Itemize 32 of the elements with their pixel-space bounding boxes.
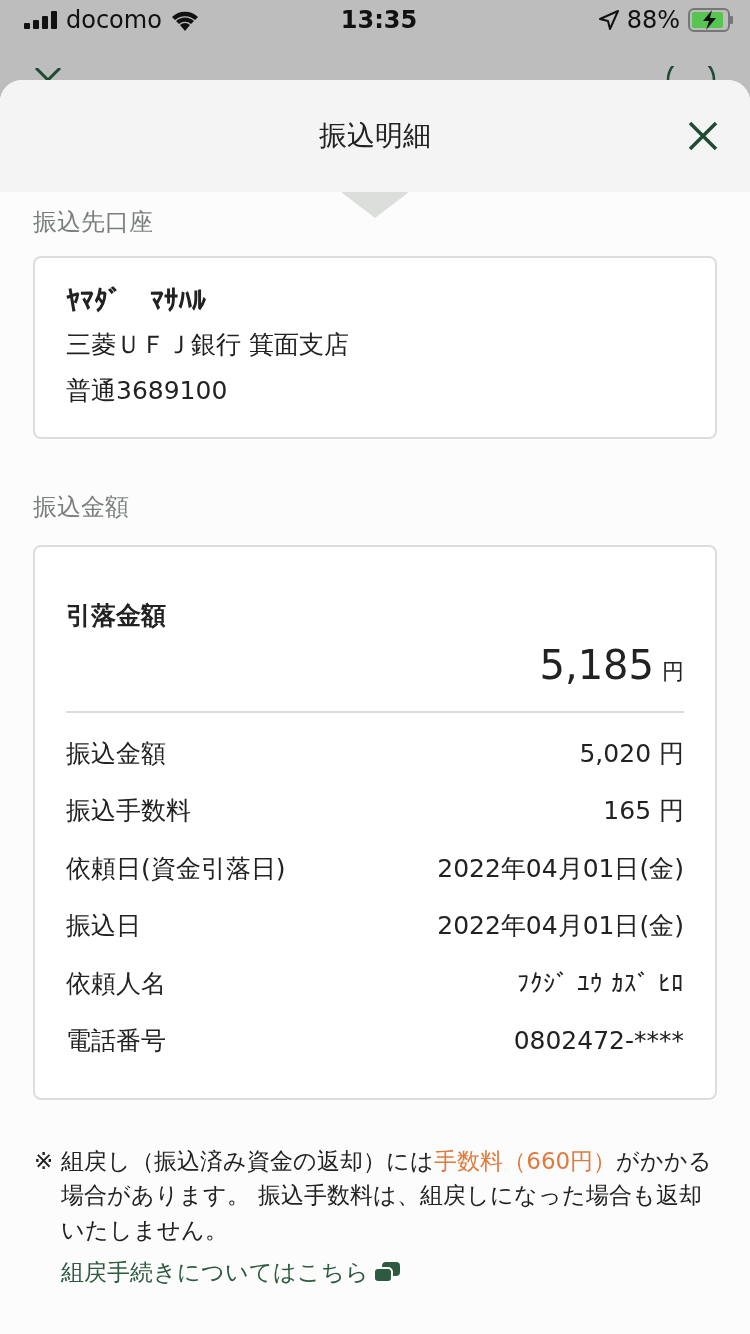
note-mark: ※ [34,1146,54,1176]
battery-icon [688,8,734,32]
total-amount: 5,185 [539,640,654,690]
external-link-icon [373,1261,402,1284]
row-label: 振込金額 [66,737,166,770]
row-label: 振込日 [66,910,141,942]
battery-percent: 88% [626,5,680,36]
bank-branch: 三菱ＵＦＪ銀行 箕面支店 [66,329,350,361]
row-value: 165 円 [603,795,684,827]
row-value: ﾌｸｼﾞ ﾕｳ ｶｽﾞ ﾋﾛ [517,967,684,1000]
total-label: 引落金額 [66,600,167,632]
section-label: 振込先口座 [33,207,153,238]
signal-icon [24,11,58,29]
location-arrow-icon [598,10,619,30]
note-text: 組戻し（振込済み資金の返却）には手数料（660円）がかかる場合があります。 振込手数料は、組戻しになった場合も返却いたしません。 [61,1146,714,1245]
row-value: 5,020 円 [579,737,684,770]
row-label: 振込手数料 [66,795,191,827]
row-value: 0802472-**** [513,1025,684,1057]
recipient-name: ﾔﾏﾀﾞ ﾏｻﾊﾙ [66,283,207,319]
row-label: 依頼人名 [66,967,166,1000]
account-number: 普通3689100 [66,374,229,407]
clock-time: 13:35 [340,5,418,36]
row-value: 2022年04月01日(金) [437,910,684,942]
section-label: 振込金額 [33,492,129,523]
row-label: 依頼日(資金引落日) [66,852,286,885]
row-value: 2022年04月01日(金) [437,852,684,885]
procedure-link[interactable]: 組戻手続きについてはこちら [61,1255,402,1290]
currency-unit: 円 [662,657,684,686]
pointer-arrow-icon [341,192,409,218]
carrier-name: docomo [66,5,162,36]
sheet-title: 振込明細 [319,118,431,154]
row-label: 電話番号 [66,1025,166,1057]
